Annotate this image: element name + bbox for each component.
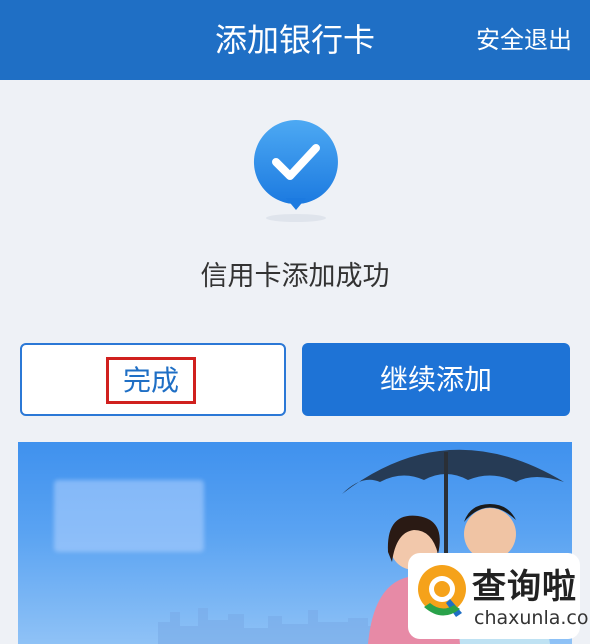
watermark: 查询啦 chaxunla.com <box>408 553 590 639</box>
search-logo-icon <box>418 565 466 617</box>
logout-button[interactable]: 安全退出 <box>476 0 572 80</box>
watermark-name: 查询啦 <box>472 567 577 607</box>
banner-blurred-text <box>54 480 204 552</box>
top-bar: 添加银行卡 安全退出 <box>0 0 590 80</box>
continue-add-button[interactable]: 继续添加 <box>302 343 570 416</box>
check-circle-icon <box>253 120 338 222</box>
success-message: 信用卡添加成功 <box>200 261 390 292</box>
watermark-url: chaxunla.com <box>474 607 590 629</box>
done-button[interactable]: 完成 <box>20 343 286 416</box>
done-button-label: 完成 <box>106 357 196 404</box>
